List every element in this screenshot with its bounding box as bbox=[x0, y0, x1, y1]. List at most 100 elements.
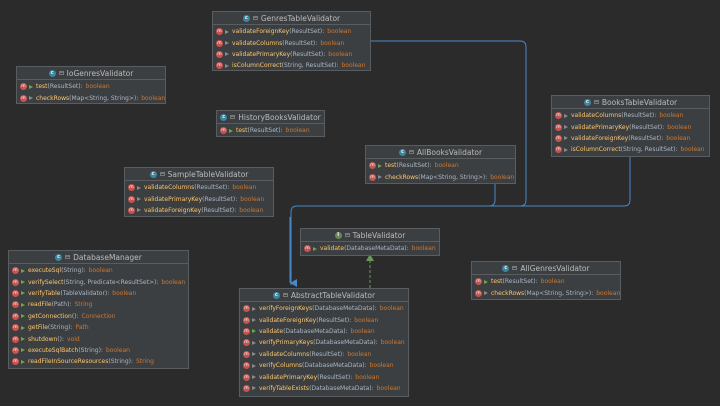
method-row[interactable]: m getFile (String): Path bbox=[9, 322, 188, 333]
method-row[interactable]: m verifyTableExists (DatabaseMetaData): boo… bbox=[240, 383, 408, 394]
method-icon: m bbox=[243, 339, 250, 347]
method-row[interactable]: m verifyTable (TableValidator): boolean bbox=[9, 288, 188, 299]
method-name: validateForeignKey bbox=[259, 316, 317, 324]
method-row[interactable]: m validateColumns (ResultSet): boolean bbox=[125, 182, 273, 193]
method-icon: m bbox=[128, 206, 135, 214]
method-name: test bbox=[491, 278, 503, 286]
method-name: validateForeignKey bbox=[144, 206, 202, 214]
method-row[interactable]: m validateForeignKey (ResultSet): boolean bbox=[240, 314, 408, 325]
method-row[interactable]: m validateColumns (ResultSet): boolean bbox=[240, 349, 408, 360]
method-row[interactable]: m test (ResultSet): boolean bbox=[17, 81, 165, 92]
method-return-type: boolean bbox=[355, 373, 380, 381]
class-box-sample-table-validator[interactable]: c SampleTableValidator m validateColumns(… bbox=[124, 167, 274, 217]
method-row[interactable]: m validate (DatabaseMetaData): boolean bbox=[301, 243, 439, 254]
class-box-io-genres-validator[interactable]: c IoGenresValidator m test (ResultSet): boo… bbox=[16, 66, 166, 104]
method-row[interactable]: m shutdown (): void bbox=[9, 333, 188, 344]
method-params: (ResultSet): bbox=[202, 195, 238, 203]
class-box-database-manager[interactable]: c DatabaseManager m executeSql (String): bo… bbox=[8, 250, 189, 369]
method-row[interactable]: m verifySelect (String, Predicate<ResultSe… bbox=[9, 276, 188, 287]
method-params: (): bbox=[71, 312, 79, 320]
method-row[interactable]: m executeSql (String): boolean bbox=[9, 265, 188, 276]
lock-icon bbox=[593, 100, 599, 104]
method-row[interactable]: m test (ResultSet): boolean bbox=[472, 276, 620, 287]
edge-books-to-abstract bbox=[520, 157, 631, 207]
method-icon: m bbox=[20, 83, 27, 91]
method-params: (String): bbox=[78, 346, 103, 354]
method-return-type: boolean bbox=[327, 28, 352, 36]
method-row[interactable]: m checkRows (Map<String, String>): boolean bbox=[472, 287, 620, 298]
public-visibility-icon bbox=[21, 302, 25, 307]
package-visibility-icon bbox=[225, 29, 229, 34]
method-name: getConnection bbox=[28, 312, 72, 320]
method-params: (Map<String, String>): bbox=[418, 173, 488, 181]
method-params: (String, ResultSet): bbox=[281, 62, 339, 70]
method-row[interactable]: m verifyForeignKeys (DatabaseMetaData): boo… bbox=[240, 303, 408, 314]
method-row[interactable]: m checkRows (Map<String, String>): boolean bbox=[17, 92, 165, 103]
class-header: c GenresTableValidator bbox=[213, 12, 370, 25]
method-name: verifyPrimaryKeys bbox=[259, 339, 314, 347]
method-return-type: boolean bbox=[666, 134, 691, 142]
class-box-abstract-table-validator[interactable]: c AbstractTableValidator m verifyForeignK… bbox=[239, 288, 409, 397]
method-row[interactable]: m validatePrimaryKey (ResultSet): boolean bbox=[125, 193, 273, 204]
method-name: isColumnCorrect bbox=[232, 62, 282, 70]
method-return-type: void bbox=[66, 335, 80, 343]
method-row[interactable]: m verifyColumns (DatabaseMetaData): boolean bbox=[240, 360, 408, 371]
class-header: c AbstractTableValidator bbox=[240, 289, 408, 302]
abstract-class-icon: c bbox=[272, 291, 280, 299]
public-visibility-icon bbox=[229, 128, 233, 133]
method-row[interactable]: m checkRows (Map<String, String>): boolean bbox=[366, 171, 515, 182]
method-row[interactable]: m validatePrimaryKey (ResultSet): boolean bbox=[240, 371, 408, 382]
method-icon: m bbox=[555, 146, 562, 154]
method-row[interactable]: m test (ResultSet): boolean bbox=[217, 125, 324, 136]
public-visibility-icon bbox=[484, 279, 488, 284]
class-name: SampleTableValidator bbox=[167, 169, 249, 179]
method-params: (DatabaseMetaData): bbox=[302, 362, 367, 370]
method-return-type: boolean bbox=[161, 278, 186, 286]
class-name: DatabaseManager bbox=[73, 252, 142, 262]
method-row[interactable]: m validateColumns (ResultSet): boolean bbox=[213, 37, 370, 48]
method-params: (ResultSet): bbox=[247, 127, 283, 135]
method-row[interactable]: m validate (DatabaseMetaData): boolean bbox=[240, 326, 408, 337]
public-visibility-icon bbox=[21, 291, 25, 296]
method-params: (ResultSet): bbox=[629, 123, 665, 131]
private-visibility-icon bbox=[252, 363, 256, 368]
method-return-type: boolean bbox=[379, 305, 404, 313]
class-icon: c bbox=[149, 170, 157, 178]
package-visibility-icon bbox=[378, 175, 382, 180]
method-row[interactable]: m isColumnCorrect (String, ResultSet): bool… bbox=[213, 60, 370, 71]
method-params: (ResultSet): bbox=[396, 162, 432, 170]
method-params: (ResultSet): bbox=[621, 112, 657, 120]
method-return-type: String bbox=[74, 301, 93, 309]
class-box-books-table-validator[interactable]: c BooksTableValidator m validateColumns (R… bbox=[551, 95, 710, 157]
class-header: c SampleTableValidator bbox=[125, 168, 273, 181]
method-icon: m bbox=[243, 350, 250, 358]
class-box-history-books-validator[interactable]: c HistoryBooksValidator m test (ResultSet)… bbox=[216, 110, 325, 137]
method-return-type: boolean bbox=[239, 206, 264, 214]
method-row[interactable]: m validateColumns (ResultSet): boolean bbox=[552, 110, 709, 121]
method-row[interactable]: m readFile (Path): String bbox=[9, 299, 188, 310]
method-row[interactable]: m validateForeignKey (ResultSet): boolean bbox=[213, 26, 370, 37]
method-row[interactable]: m readFileInSourceResources (String): Strin… bbox=[9, 356, 188, 367]
public-visibility-icon bbox=[21, 359, 25, 364]
class-box-all-genres-validator[interactable]: c AllGenresValidator m test (ResultSet): bo… bbox=[471, 261, 621, 300]
class-box-all-books-validator[interactable]: c AllBooksValidator m test (ResultSet): boo… bbox=[365, 145, 516, 184]
method-params: (String): bbox=[47, 324, 73, 332]
method-row[interactable]: m validatePrimaryKey (ResultSet): boolean bbox=[552, 121, 709, 132]
method-icon: m bbox=[243, 362, 250, 370]
method-row[interactable]: m validateForeignKey (ResultSet): boolean bbox=[125, 205, 273, 216]
interface-box-table-validator[interactable]: I TableValidator m validate (DatabaseMetaD… bbox=[300, 228, 440, 256]
method-row[interactable]: m validatePrimaryKey (ResultSet): boolean bbox=[213, 49, 370, 60]
public-visibility-icon bbox=[29, 84, 33, 89]
method-row[interactable]: m validateForeignKey (ResultSet): boolean bbox=[552, 133, 709, 144]
method-row[interactable]: m getConnection (): Connection bbox=[9, 311, 188, 322]
package-visibility-icon bbox=[225, 63, 229, 68]
method-row[interactable]: m isColumnCorrect (String, ResultSet): bool… bbox=[552, 144, 709, 155]
lock-icon bbox=[230, 115, 236, 119]
method-params: (ResultSet): bbox=[316, 316, 352, 324]
class-box-genres-table-validator[interactable]: c GenresTableValidator m validateForeignK… bbox=[212, 11, 371, 71]
class-header: I TableValidator bbox=[301, 229, 439, 242]
method-row[interactable]: m executeSqlBatch (String): boolean bbox=[9, 345, 188, 356]
public-visibility-icon bbox=[313, 246, 317, 251]
method-row[interactable]: m test (ResultSet): boolean bbox=[366, 160, 515, 171]
method-row[interactable]: m verifyPrimaryKeys (DatabaseMetaData): boo… bbox=[240, 337, 408, 348]
